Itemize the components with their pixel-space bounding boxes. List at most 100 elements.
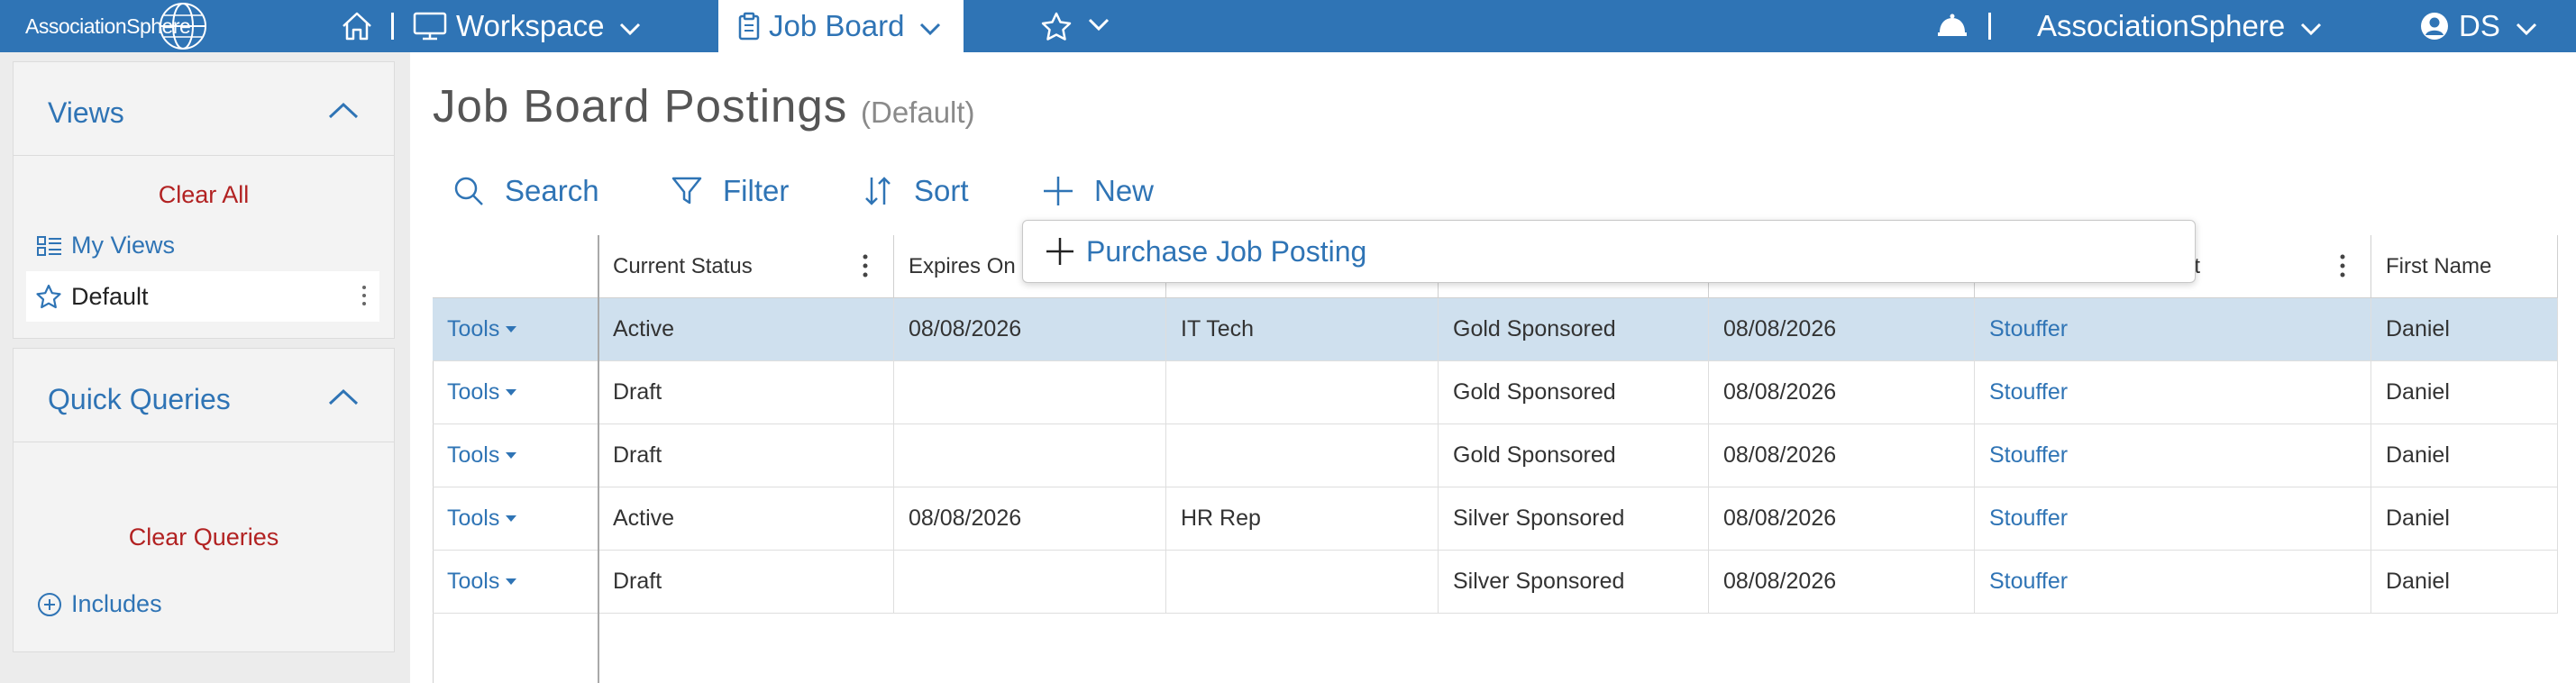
plus-icon <box>1042 175 1074 207</box>
contact-link[interactable]: Stouffer <box>1975 551 2371 614</box>
tools-dropdown[interactable]: Tools <box>447 379 517 405</box>
clear-queries-link[interactable]: Clear Queries <box>14 524 394 551</box>
caret-down-icon <box>505 451 517 460</box>
favorites-menu[interactable] <box>1040 0 1110 52</box>
contact-link[interactable]: Stouffer <box>1975 424 2371 487</box>
filter-button[interactable]: Filter <box>671 169 789 213</box>
first-name-cell: Daniel <box>2371 487 2558 551</box>
organization-label: AssociationSphere <box>2037 9 2286 42</box>
quick-queries-panel-header[interactable]: Quick Queries <box>14 349 394 442</box>
search-icon <box>452 175 485 207</box>
first-name-cell: Daniel <box>2371 551 2558 614</box>
caret-down-icon <box>505 325 517 334</box>
new-button[interactable]: New <box>1042 169 1154 213</box>
contact-link[interactable]: Stouffer <box>1975 298 2371 361</box>
column-header-label: Expires On <box>909 253 1016 278</box>
organization-menu[interactable]: AssociationSphere <box>2037 0 2323 52</box>
view-item-default[interactable]: Default <box>26 271 379 322</box>
clear-all-link[interactable]: Clear All <box>14 181 394 209</box>
date-cell: 08/08/2026 <box>1709 298 1975 361</box>
level-cell: Silver Sponsored <box>1439 551 1709 614</box>
my-views-label: My Views <box>71 232 176 259</box>
tools-dropdown[interactable]: Tools <box>447 442 517 469</box>
contact-link[interactable]: Stouffer <box>1975 361 2371 424</box>
chevron-down-icon <box>918 9 942 43</box>
quick-queries-title: Quick Queries <box>48 383 231 415</box>
job-postings-grid: Current Status Expires On nt First Name … <box>433 235 2558 683</box>
status-cell: Active <box>598 298 894 361</box>
level-cell: Silver Sponsored <box>1439 487 1709 551</box>
job-board-tab[interactable]: Job Board <box>718 0 964 52</box>
status-cell: Active <box>598 487 894 551</box>
title-cell: IT Tech <box>1166 298 1439 361</box>
expires-cell <box>894 424 1166 487</box>
logo-text: AssociationSphere <box>25 14 191 38</box>
expires-cell: 08/08/2026 <box>894 487 1166 551</box>
level-cell: Gold Sponsored <box>1439 361 1709 424</box>
views-title: Views <box>48 96 124 129</box>
star-icon <box>1041 12 1072 41</box>
tools-dropdown[interactable]: Tools <box>447 569 517 595</box>
clipboard-icon <box>738 12 760 41</box>
table-row[interactable]: Tools Draft Gold Sponsored 08/08/2026 St… <box>433 424 2558 487</box>
table-row[interactable]: Tools Active 08/08/2026 HR Rep Silver Sp… <box>433 487 2558 551</box>
top-navigation-bar: AssociationSphere Workspace Job Board As… <box>0 0 2576 52</box>
date-cell: 08/08/2026 <box>1709 361 1975 424</box>
expires-cell <box>894 551 1166 614</box>
status-cell: Draft <box>598 551 894 614</box>
new-dropdown-menu: Purchase Job Posting <box>1022 220 2196 283</box>
chevron-down-icon <box>2299 9 2323 43</box>
monitor-icon <box>413 12 447 41</box>
frozen-column-divider <box>598 235 599 683</box>
expires-cell <box>894 361 1166 424</box>
caret-down-icon <box>505 388 517 397</box>
search-button[interactable]: Search <box>452 169 599 213</box>
level-cell: Gold Sponsored <box>1439 424 1709 487</box>
table-row[interactable]: Tools Active 08/08/2026 IT Tech Gold Spo… <box>433 298 2558 361</box>
app-logo[interactable]: AssociationSphere <box>25 0 215 52</box>
chevron-up-icon[interactable] <box>327 102 360 124</box>
contact-link[interactable]: Stouffer <box>1975 487 2371 551</box>
sort-icon <box>862 175 894 207</box>
status-cell: Draft <box>598 424 894 487</box>
my-views-link[interactable]: My Views <box>37 232 175 260</box>
title-cell <box>1166 551 1439 614</box>
date-cell: 08/08/2026 <box>1709 487 1975 551</box>
column-menu-icon[interactable] <box>2340 253 2345 285</box>
chevron-down-icon <box>1087 17 1110 36</box>
tools-dropdown[interactable]: Tools <box>447 316 517 342</box>
notifications-button[interactable] <box>1936 0 1991 52</box>
nav-separator <box>1988 13 1991 40</box>
chevron-up-icon[interactable] <box>327 388 360 411</box>
quick-queries-panel: Quick Queries Clear Queries Includes <box>13 348 395 652</box>
filter-icon <box>671 175 703 207</box>
title-cell <box>1166 424 1439 487</box>
search-label: Search <box>505 174 599 207</box>
date-cell: 08/08/2026 <box>1709 551 1975 614</box>
chevron-down-icon <box>618 9 642 43</box>
user-menu[interactable]: DS <box>2419 0 2538 52</box>
includes-link[interactable]: Includes <box>37 590 162 618</box>
tools-dropdown[interactable]: Tools <box>447 505 517 532</box>
home-button[interactable] <box>341 0 394 52</box>
status-cell: Draft <box>598 361 894 424</box>
chevron-down-icon <box>2515 9 2538 43</box>
expires-cell: 08/08/2026 <box>894 298 1166 361</box>
caret-down-icon <box>505 578 517 587</box>
first-name-cell: Daniel <box>2371 424 2558 487</box>
level-cell: Gold Sponsored <box>1439 298 1709 361</box>
table-row[interactable]: Tools Draft Silver Sponsored 08/08/2026 … <box>433 551 2558 614</box>
column-menu-icon[interactable] <box>863 253 868 285</box>
more-options-icon[interactable] <box>361 284 367 312</box>
sort-label: Sort <box>914 174 969 207</box>
column-header-first-name[interactable]: First Name <box>2371 235 2558 298</box>
workspace-menu[interactable]: Workspace <box>413 0 642 52</box>
table-row[interactable]: Tools Draft Gold Sponsored 08/08/2026 St… <box>433 361 2558 424</box>
sort-button[interactable]: Sort <box>862 169 969 213</box>
views-panel-header[interactable]: Views <box>14 62 394 156</box>
grid-list-icon <box>37 235 62 257</box>
column-header-current-status[interactable]: Current Status <box>598 235 894 298</box>
caret-down-icon <box>505 515 517 524</box>
first-name-cell: Daniel <box>2371 298 2558 361</box>
purchase-job-posting-menu-item[interactable]: Purchase Job Posting <box>1086 235 1366 269</box>
